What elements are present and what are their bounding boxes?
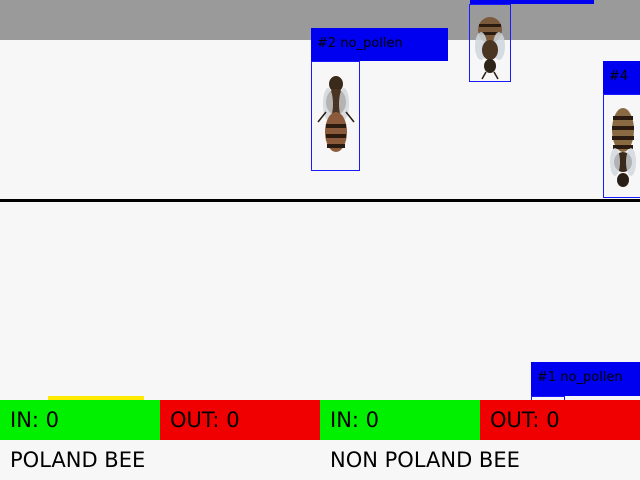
poland-in-counter: IN: 0 (0, 400, 160, 440)
bee-image-4 (610, 108, 636, 187)
detection-label-4: #4 (603, 61, 640, 94)
bee-image-2 (317, 76, 355, 152)
non-poland-in-label: IN: (330, 408, 359, 432)
poland-out-label: OUT: (170, 408, 220, 432)
non-poland-out-label: OUT: (490, 408, 540, 432)
entrance-line (0, 199, 640, 202)
poland-bee-title: POLAND BEE (10, 448, 146, 472)
poland-out-counter: OUT: 0 (160, 400, 320, 440)
poland-in-value: 0 (45, 408, 60, 432)
poland-in-label: IN: (10, 408, 39, 432)
non-poland-out-value: 0 (546, 408, 560, 432)
non-poland-bee-title: NON POLAND BEE (330, 448, 520, 472)
bee-image-top (475, 17, 505, 80)
non-poland-out-counter: OUT: 0 (480, 400, 640, 440)
detection-label-1: #1 no_pollen (531, 362, 640, 396)
detection-label-2: #2 no_pollen (311, 28, 448, 61)
non-poland-in-value: 0 (365, 408, 380, 432)
non-poland-in-counter: IN: 0 (320, 400, 480, 440)
poland-out-value: 0 (226, 408, 240, 432)
